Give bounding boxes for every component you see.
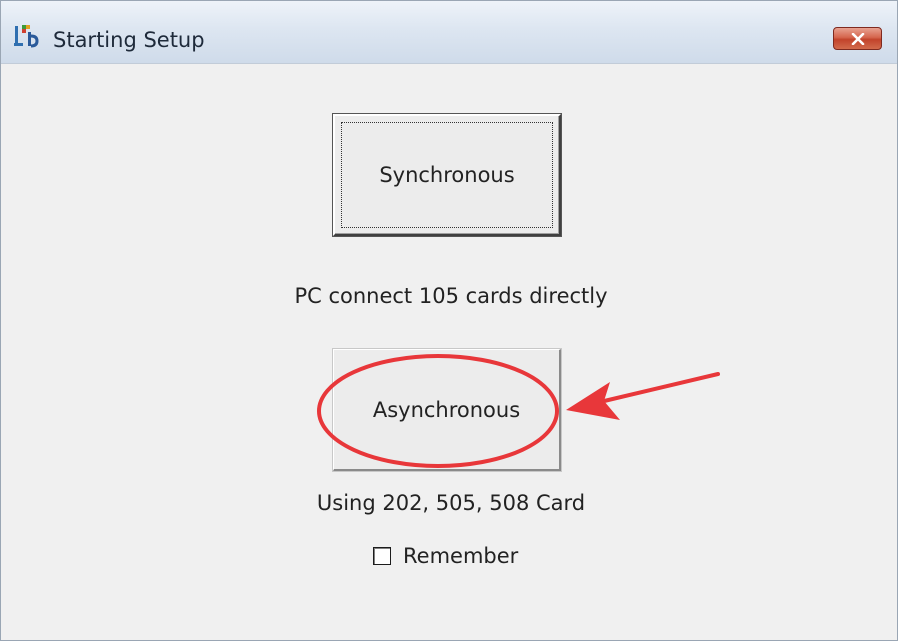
asynchronous-button-label: Asynchronous <box>372 397 521 422</box>
asynchronous-description: Using 202, 505, 508 Card <box>316 491 586 515</box>
close-button[interactable] <box>833 27 882 50</box>
remember-checkbox[interactable] <box>373 547 391 565</box>
app-icon <box>14 25 39 48</box>
synchronous-button-label: Synchronous <box>379 163 515 187</box>
remember-label: Remember <box>403 544 519 568</box>
asynchronous-button[interactable]: Asynchronous <box>333 349 561 471</box>
synchronous-description: PC connect 105 cards directly <box>294 284 608 308</box>
focus-rectangle: Synchronous <box>341 122 553 228</box>
synchronous-button[interactable]: Synchronous <box>333 114 561 236</box>
window-title: Starting Setup <box>53 28 205 52</box>
title-bar[interactable]: Starting Setup <box>1 1 897 64</box>
remember-option[interactable]: Remember <box>373 543 518 569</box>
close-icon <box>851 32 864 45</box>
starting-setup-window: Starting Setup Synchronous PC connect 10… <box>0 0 898 641</box>
